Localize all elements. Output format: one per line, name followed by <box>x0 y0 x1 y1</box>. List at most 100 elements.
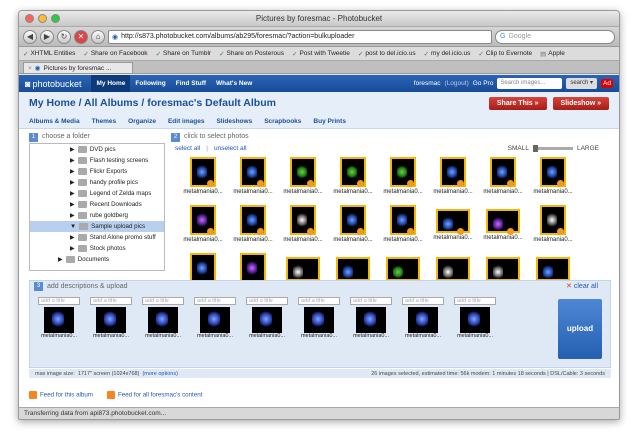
title-input[interactable]: add a title <box>298 297 340 305</box>
unselect-all-link[interactable]: unselect all <box>214 145 247 152</box>
nav-find-stuff[interactable]: Find Stuff <box>171 75 211 92</box>
expand-arrow-icon[interactable]: ▶ <box>70 245 75 252</box>
folder-item[interactable]: ▶ Recent Downloads <box>30 199 164 210</box>
bookmark-item[interactable]: ✓ XHTML Entities <box>23 50 75 58</box>
bookmark-item[interactable]: ✓ Post with Tweetie <box>292 50 350 58</box>
share-this-button[interactable]: Share This » <box>488 96 547 110</box>
go-pro-link[interactable]: Go Pro <box>473 80 494 87</box>
bookmark-item[interactable]: ✓ Share on Posterous <box>219 50 284 58</box>
folder-item[interactable]: ▶ Flickr Exports <box>30 166 164 177</box>
url-bar[interactable]: ◉ http://s873.photobucket.com/albums/ab2… <box>108 29 492 44</box>
user-feed-link[interactable]: Feed for all foresmac's content <box>106 391 202 399</box>
bookmark-item[interactable]: ✓ post to del.icio.us <box>358 50 416 58</box>
bookmark-item[interactable]: ✓ Share on Tumblr <box>156 50 212 58</box>
more-options-link[interactable]: (more options) <box>142 371 177 377</box>
username[interactable]: foresmac <box>414 80 441 87</box>
expand-arrow-icon[interactable]: ▶ <box>70 157 75 164</box>
folder-tree[interactable]: ▶ DVD pics ▶ Flash testing screens ▶ Flickr… <box>29 143 165 271</box>
folder-item[interactable]: ▶ Flash testing screens <box>30 155 164 166</box>
title-input[interactable]: add a title <box>246 297 288 305</box>
photo-thumbnail[interactable]: metalmania0... <box>529 205 577 253</box>
folder-item[interactable]: ▶ Stock photos <box>30 243 164 254</box>
search-scope-select[interactable]: search ▾ <box>566 78 598 89</box>
folder-item[interactable]: ▶ Stand Alone promo stuff <box>30 232 164 243</box>
folder-item[interactable]: ▶ Legend of Zelda maps <box>30 188 164 199</box>
expand-arrow-icon[interactable]: ▶ <box>70 212 75 219</box>
folder-item[interactable]: ▶ Documents <box>30 254 164 265</box>
select-all-link[interactable]: select all <box>175 145 200 152</box>
close-window-button[interactable] <box>25 14 34 23</box>
nav-my-home[interactable]: My Home <box>91 75 131 92</box>
photo-thumbnail[interactable]: metalmania0... <box>179 205 227 253</box>
title-input[interactable]: add a title <box>350 297 392 305</box>
upload-button[interactable]: upload <box>558 299 602 359</box>
step-1-heading: 1 choose a folder <box>29 133 90 142</box>
logout-link[interactable]: (Logout) <box>445 80 469 87</box>
photo-thumbnail[interactable]: metalmania0... <box>279 205 327 253</box>
folder-item[interactable]: ▶ DVD pics <box>30 144 164 155</box>
album-feed-link[interactable]: Feed for this album <box>29 391 93 399</box>
folder-item-selected[interactable]: ▼ Sample upload pics <box>30 221 164 232</box>
page-title[interactable]: My Home / All Albums / foresmac's Defaul… <box>29 97 276 109</box>
expand-arrow-icon[interactable]: ▼ <box>70 223 76 230</box>
subnav-edit-images[interactable]: Edit images <box>168 118 204 125</box>
site-search-input[interactable]: Search images... <box>497 78 563 89</box>
expand-arrow-icon[interactable]: ▶ <box>58 256 63 263</box>
title-input[interactable]: add a title <box>402 297 444 305</box>
minimize-window-button[interactable] <box>38 14 47 23</box>
subnav-themes[interactable]: Themes <box>92 118 117 125</box>
photo-thumbnail[interactable]: metalmania0... <box>479 157 527 205</box>
subnav-albums-media[interactable]: Albums & Media <box>29 118 80 125</box>
bookmark-item[interactable]: ✓ my del.icio.us <box>424 50 471 58</box>
photobucket-logo[interactable]: ◙ photobucket <box>25 79 81 89</box>
title-input[interactable]: add a title <box>194 297 236 305</box>
expand-arrow-icon[interactable]: ▶ <box>70 201 75 208</box>
subnav-buy-prints[interactable]: Buy Prints <box>313 118 346 125</box>
photo-thumbnail[interactable]: metalmania0... <box>179 157 227 205</box>
expand-arrow-icon[interactable]: ▶ <box>70 190 75 197</box>
photo-thumbnail[interactable]: metalmania0... <box>529 157 577 205</box>
title-input[interactable]: add a title <box>90 297 132 305</box>
browser-tab[interactable]: × ◉ Pictures by foresmac ... <box>23 62 133 73</box>
photo-thumbnail[interactable]: metalmania0... <box>429 205 477 253</box>
nav-following[interactable]: Following <box>130 75 170 92</box>
forward-button[interactable]: ▶ <box>40 29 54 44</box>
photo-thumbnail[interactable]: metalmania0... <box>229 205 277 253</box>
stop-button[interactable]: ✕ <box>74 29 88 44</box>
photo-thumbnail[interactable]: metalmania0... <box>229 157 277 205</box>
photo-thumbnail[interactable]: metalmania0... <box>379 157 427 205</box>
folder-item[interactable]: ▶ rube goldberg <box>30 210 164 221</box>
title-input[interactable]: add a title <box>142 297 184 305</box>
slideshow-button[interactable]: Slideshow » <box>552 96 609 110</box>
close-tab-icon[interactable]: × <box>28 65 32 72</box>
browser-search-input[interactable]: G Google <box>495 29 615 44</box>
subnav-scrapbooks[interactable]: Scrapbooks <box>264 118 301 125</box>
back-button[interactable]: ◀ <box>23 29 37 44</box>
folder-item[interactable]: ▶ handy profile pics <box>30 177 164 188</box>
page-content: ◙ photobucket My Home Following Find Stuf… <box>19 75 619 407</box>
photo-thumbnail[interactable]: metalmania0... <box>279 157 327 205</box>
expand-arrow-icon[interactable]: ▶ <box>70 146 75 153</box>
nav-whats-new[interactable]: What's New <box>211 75 257 92</box>
photo-thumbnail[interactable]: metalmania0... <box>379 205 427 253</box>
expand-arrow-icon[interactable]: ▶ <box>70 168 75 175</box>
photo-thumbnail[interactable]: metalmania0... <box>429 157 477 205</box>
title-input[interactable]: add a title <box>38 297 80 305</box>
subnav-slideshows[interactable]: Slideshows <box>216 118 252 125</box>
bookmark-item[interactable]: ✓ Clip to Evernote <box>478 50 532 58</box>
bookmark-item[interactable]: ✓ Share on Facebook <box>83 50 147 58</box>
zoom-window-button[interactable] <box>51 14 60 23</box>
subnav-organize[interactable]: Organize <box>128 118 156 125</box>
reload-button[interactable]: ↻ <box>57 29 71 44</box>
clear-all-link[interactable]: ✕ clear all <box>566 282 610 290</box>
photo-thumbnail[interactable]: metalmania0... <box>329 157 377 205</box>
home-button[interactable]: ⌂ <box>91 29 105 44</box>
expand-arrow-icon[interactable]: ▶ <box>70 234 75 241</box>
bookmark-folder[interactable]: ▤ Apple <box>540 50 565 58</box>
adobe-icon[interactable]: Ad <box>601 79 613 88</box>
photo-thumbnail[interactable]: metalmania0... <box>479 205 527 253</box>
photo-thumbnail[interactable]: metalmania0... <box>329 205 377 253</box>
title-input[interactable]: add a title <box>454 297 496 305</box>
thumbnail-size-slider[interactable] <box>532 144 573 152</box>
expand-arrow-icon[interactable]: ▶ <box>70 179 75 186</box>
